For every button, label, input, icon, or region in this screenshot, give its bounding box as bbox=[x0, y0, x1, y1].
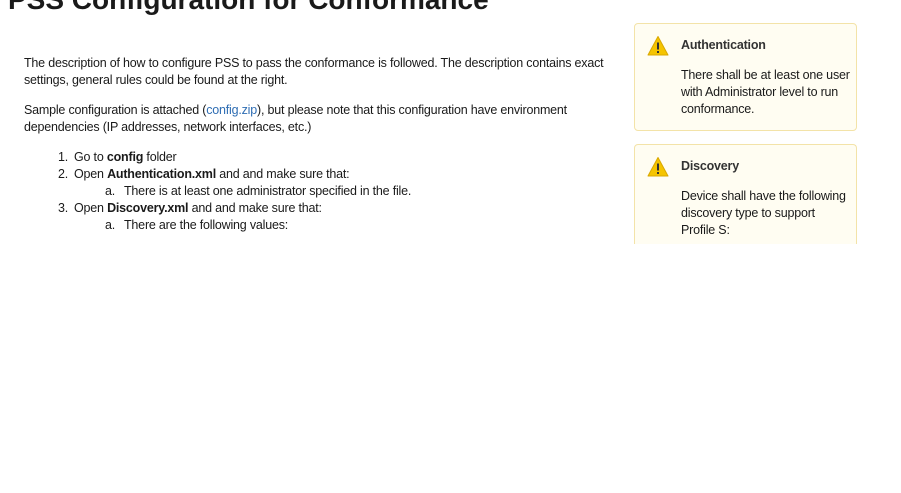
list-item: 2. Open Authentication.xml and and make … bbox=[24, 166, 614, 200]
step-bold-term: Authentication.xml bbox=[107, 167, 216, 181]
list-item: a. There is at least one administrator s… bbox=[74, 183, 614, 200]
discovery-note-panel: Discovery Device shall have the followin… bbox=[634, 144, 857, 244]
step-number: 1. bbox=[58, 150, 69, 164]
sample-config-text-before: Sample configuration is attached ( bbox=[24, 103, 207, 117]
step-number: 3. bbox=[58, 201, 69, 215]
substep-letter: a. bbox=[105, 218, 116, 232]
substeps-list: a. There are the following values: bbox=[74, 217, 614, 234]
step-text: Open bbox=[74, 201, 108, 215]
main-content: The description of how to configure PSS … bbox=[24, 55, 614, 234]
step-text: and and make sure that: bbox=[215, 167, 350, 181]
step-text: Go to bbox=[74, 150, 107, 164]
list-item: 3. Open Discovery.xml and and make sure … bbox=[24, 200, 614, 234]
warning-icon bbox=[647, 36, 669, 56]
step-text: and and make sure that: bbox=[188, 201, 322, 215]
panel-title: Discovery bbox=[681, 159, 739, 173]
substeps-list: a. There is at least one administrator s… bbox=[74, 183, 614, 200]
step-bold-term: config bbox=[106, 150, 144, 164]
panel-body: Device shall have the following discover… bbox=[681, 189, 846, 237]
step-text: Open bbox=[74, 167, 108, 181]
config-zip-link[interactable]: config.zip bbox=[206, 103, 257, 117]
substep-letter: a. bbox=[105, 184, 116, 198]
step-text: folder bbox=[143, 150, 177, 164]
substep-text: There are the following values: bbox=[124, 218, 289, 232]
panel-title: Authentication bbox=[681, 38, 766, 52]
step-number: 2. bbox=[58, 167, 69, 181]
warning-icon bbox=[647, 157, 669, 177]
step-bold-term: Discovery.xml bbox=[107, 201, 189, 215]
authentication-note-panel: Authentication There shall be at least o… bbox=[634, 23, 857, 131]
sample-config-paragraph: Sample configuration is attached (config… bbox=[24, 102, 614, 136]
steps-list: 1. Go to config folder 2. Open Authentic… bbox=[24, 149, 614, 234]
substep-text: There is at least one administrator spec… bbox=[124, 184, 412, 198]
panel-body: There shall be at least one user with Ad… bbox=[681, 68, 850, 116]
page-title: PSS Configuration for Conformance bbox=[8, 0, 489, 17]
intro-paragraph: The description of how to configure PSS … bbox=[24, 56, 604, 87]
list-item: a. There are the following values: bbox=[74, 217, 614, 234]
list-item: 1. Go to config folder bbox=[24, 149, 614, 166]
